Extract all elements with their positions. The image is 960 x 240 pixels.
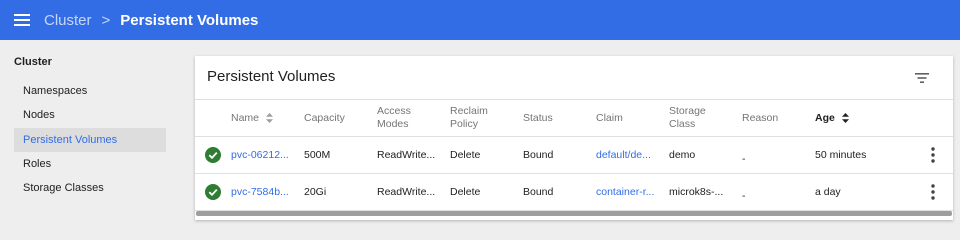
- column-header-storage-line2: Class: [669, 118, 696, 130]
- column-header-capacity: Capacity: [304, 112, 345, 124]
- column-header-status: Status: [523, 112, 553, 124]
- horizontal-scrollbar[interactable]: [196, 211, 952, 216]
- check-circle-icon: [205, 184, 221, 200]
- check-circle-icon: [205, 147, 221, 163]
- sidebar-nav: Cluster Namespaces Nodes Persistent Volu…: [0, 40, 180, 223]
- filter-button[interactable]: [915, 70, 935, 86]
- top-app-bar: Cluster > Persistent Volumes: [0, 0, 960, 40]
- more-vert-icon[interactable]: [928, 183, 938, 201]
- sidebar-item-persistent-volumes[interactable]: Persistent Volumes: [14, 128, 166, 152]
- column-header-age[interactable]: Age: [815, 112, 849, 125]
- column-header-reason: Reason: [742, 112, 779, 124]
- capacity-cell: 20Gi: [304, 186, 327, 198]
- table-row: pvc-06212... 500M ReadWrite... Delete Bo…: [195, 137, 953, 174]
- more-vert-icon[interactable]: [928, 146, 938, 164]
- reclaim-policy-cell: Delete: [450, 186, 481, 198]
- sidebar-item-roles[interactable]: Roles: [14, 152, 166, 176]
- age-cell: a day: [815, 186, 841, 198]
- column-header-storage-line1: Storage: [669, 105, 706, 117]
- breadcrumb-cluster-link[interactable]: Cluster: [44, 12, 92, 29]
- column-header-age-label: Age: [815, 112, 835, 124]
- reclaim-policy-cell: Delete: [450, 149, 481, 161]
- column-header-reclaim-line1: Reclaim: [450, 105, 488, 117]
- column-header-reclaim-policy: Reclaim Policy: [450, 105, 488, 131]
- storage-class-cell: demo: [669, 149, 696, 161]
- column-header-reclaim-line2: Policy: [450, 118, 479, 130]
- sidebar-item-namespaces[interactable]: Namespaces: [14, 79, 166, 103]
- column-header-claim: Claim: [596, 112, 623, 124]
- access-modes-cell: ReadWrite...: [377, 186, 436, 198]
- status-cell: Bound: [523, 149, 554, 161]
- column-header-access-line2: Modes: [377, 118, 409, 130]
- table-header: Name Capacity Access Modes Reclaim Polic…: [195, 99, 953, 137]
- card-title: Persistent Volumes: [207, 68, 336, 85]
- sort-icon: [841, 113, 849, 124]
- column-header-name[interactable]: Name: [231, 112, 273, 125]
- age-cell: 50 minutes: [815, 149, 867, 161]
- claim-link[interactable]: container-r...: [596, 186, 654, 198]
- status-cell: Bound: [523, 186, 554, 198]
- column-header-name-label: Name: [231, 112, 260, 124]
- column-header-storage-class: Storage Class: [669, 105, 706, 131]
- breadcrumb-current-page: Persistent Volumes: [120, 11, 259, 29]
- reason-cell: -: [742, 153, 746, 165]
- menu-button[interactable]: [0, 0, 44, 40]
- breadcrumb-separator: >: [101, 11, 111, 29]
- pv-name-link[interactable]: pvc-7584b...: [231, 186, 289, 198]
- sidebar-item-storage-classes[interactable]: Storage Classes: [14, 176, 166, 200]
- reason-cell: -: [742, 190, 746, 202]
- capacity-cell: 500M: [304, 149, 331, 161]
- column-header-access-line1: Access: [377, 105, 411, 117]
- filter-list-icon: [915, 73, 929, 83]
- sidebar-heading: Cluster: [14, 56, 52, 68]
- sort-icon: [265, 113, 273, 124]
- table-row: pvc-7584b... 20Gi ReadWrite... Delete Bo…: [195, 174, 953, 211]
- access-modes-cell: ReadWrite...: [377, 149, 436, 161]
- pv-name-link[interactable]: pvc-06212...: [231, 149, 289, 161]
- hamburger-menu-icon: [14, 14, 30, 26]
- column-header-access-modes: Access Modes: [377, 105, 411, 131]
- sidebar-item-nodes[interactable]: Nodes: [14, 103, 166, 127]
- storage-class-cell: microk8s-...: [669, 186, 724, 198]
- persistent-volumes-card: Persistent Volumes Name Capacity Access …: [195, 56, 953, 220]
- claim-link[interactable]: default/de...: [596, 149, 651, 161]
